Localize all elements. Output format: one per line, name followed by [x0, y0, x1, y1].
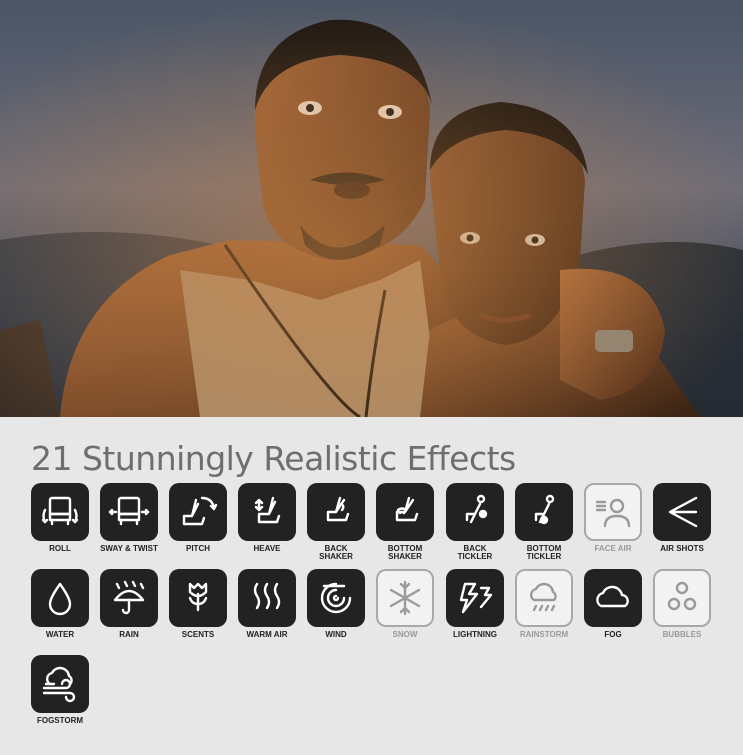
effect-tile	[515, 483, 573, 541]
back-tickler-icon	[465, 494, 488, 524]
effect-bubbles: BUBBLES	[653, 569, 715, 639]
effect-back-tickler: BACK TICKLER	[446, 483, 508, 561]
effect-tile	[376, 483, 434, 541]
air-shots-icon	[668, 496, 698, 528]
effect-label: FOGSTORM	[36, 716, 84, 725]
effect-tile	[169, 569, 227, 627]
heave-seat-icon	[254, 496, 281, 524]
effect-face-air: FACE AIR	[584, 483, 646, 553]
effect-tile	[238, 569, 296, 627]
effect-wind: WIND	[307, 569, 369, 639]
effect-tile	[100, 483, 158, 541]
warm-air-icon	[253, 582, 281, 610]
effect-tile	[238, 483, 296, 541]
rainstorm-cloud-icon	[529, 582, 557, 612]
effect-snow: SNOW	[376, 569, 438, 639]
effect-lightning: LIGHTNING	[446, 569, 508, 639]
effect-tile	[584, 483, 642, 541]
effect-tile	[376, 569, 434, 627]
bottom-tickler-icon	[534, 494, 555, 525]
effect-tile	[653, 483, 711, 541]
effect-tile	[307, 569, 365, 627]
effect-tile	[515, 569, 573, 627]
bottom-shaker-seat-icon	[395, 496, 419, 522]
water-drop-icon	[48, 582, 72, 616]
effect-tile	[31, 483, 89, 541]
lightning-icon	[459, 582, 493, 614]
face-air-icon	[595, 498, 631, 528]
pitch-seat-icon	[182, 496, 218, 526]
effect-tile	[31, 569, 89, 627]
hero-image	[0, 0, 743, 417]
section-title: 21 Stunningly Realistic Effects	[31, 439, 516, 478]
effect-heave: HEAVE	[238, 483, 300, 553]
rain-umbrella-icon	[113, 580, 145, 615]
wind-swirl-icon	[320, 582, 352, 614]
roll-seat-icon	[41, 496, 79, 526]
effect-sway-twist: SWAY & TWIST	[100, 483, 162, 553]
effect-back-shaker: BACK SHAKER	[307, 483, 369, 561]
effect-tile	[653, 569, 711, 627]
fogstorm-icon	[42, 666, 76, 703]
effect-fogstorm: FOGSTORM	[31, 655, 93, 725]
effect-bottom-shaker: BOTTOM SHAKER	[376, 483, 438, 561]
effect-air-shots: AIR SHOTS	[653, 483, 715, 553]
sway-twist-seat-icon	[108, 496, 150, 526]
effect-rain: RAIN	[100, 569, 162, 639]
effect-tile	[307, 483, 365, 541]
effect-tile	[100, 569, 158, 627]
back-shaker-seat-icon	[326, 496, 350, 522]
fog-cloud-icon	[596, 585, 629, 608]
effect-bottom-tickler: BOTTOM TICKLER	[515, 483, 577, 561]
effect-rainstorm: RAINSTORM	[515, 569, 577, 639]
effect-scents: SCENTS	[169, 569, 231, 639]
effect-tile	[446, 483, 504, 541]
effect-tile	[31, 655, 89, 713]
effect-fog: FOG	[584, 569, 646, 639]
effect-label: BUBBLES	[662, 630, 702, 639]
effect-label: AIR SHOTS	[660, 544, 704, 553]
scents-flower-icon	[188, 582, 208, 612]
effect-tile	[446, 569, 504, 627]
snowflake-icon	[389, 580, 421, 616]
effect-warm-air: WARM AIR	[238, 569, 300, 639]
effect-pitch: PITCH	[169, 483, 231, 553]
bubbles-icon	[667, 581, 697, 611]
effect-water: WATER	[31, 569, 93, 639]
effect-tile	[169, 483, 227, 541]
effect-roll: ROLL	[31, 483, 93, 553]
effect-tile	[584, 569, 642, 627]
effects-panel: 21 Stunningly Realistic Effects ROLL SWAY…	[0, 417, 743, 755]
